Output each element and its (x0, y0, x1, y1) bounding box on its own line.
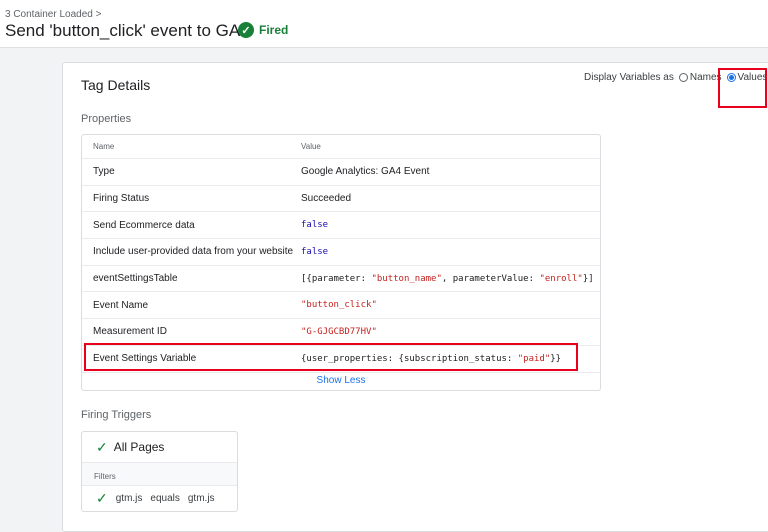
property-name: eventSettingsTable (82, 273, 301, 284)
property-name: Event Name (82, 300, 301, 311)
header: 3 Container Loaded > Send 'button_click'… (0, 0, 768, 48)
filter-value: gtm.js (188, 493, 215, 504)
firing-triggers-heading: Firing Triggers (81, 409, 151, 421)
col-name: Name (82, 142, 301, 151)
table-row: TypeGoogle Analytics: GA4 Event (82, 158, 600, 185)
trigger-card[interactable]: ✓ All Pages Filters ✓ gtm.js equals gtm.js (81, 431, 238, 512)
card-title: Tag Details (81, 77, 150, 93)
property-value: false (301, 220, 600, 230)
property-value: false (301, 247, 600, 257)
property-value: "button_click" (301, 300, 600, 310)
property-name: Type (82, 166, 301, 177)
property-value: Google Analytics: GA4 Event (301, 166, 600, 177)
names-label[interactable]: Names (690, 72, 722, 83)
property-name: Measurement ID (82, 326, 301, 337)
property-value: [{parameter: "button_name", parameterVal… (301, 274, 600, 284)
filter-operator: equals (150, 493, 179, 504)
status-label: Fired (259, 23, 288, 37)
table-row: Include user-provided data from your web… (82, 238, 600, 265)
property-value: Succeeded (301, 193, 600, 204)
table-row: Measurement ID"G-GJGCBD77HV" (82, 318, 600, 345)
filter-variable: gtm.js (116, 493, 143, 504)
table-row: Event Name"button_click" (82, 291, 600, 318)
filters-label: Filters (82, 462, 237, 486)
property-name: Include user-provided data from your web… (82, 246, 301, 257)
col-value: Value (301, 142, 600, 151)
page-title: Send 'button_click' event to GA4 (5, 21, 250, 41)
display-label: Display Variables as (584, 72, 674, 83)
property-value: "G-GJGCBD77HV" (301, 327, 600, 337)
status-badge: ✓ Fired (238, 22, 288, 38)
table-header: NameValue (82, 135, 600, 158)
check-icon: ✓ (96, 490, 108, 507)
property-name: Firing Status (82, 193, 301, 204)
radio-names[interactable] (679, 73, 688, 82)
table-row: Firing StatusSucceeded (82, 185, 600, 212)
property-name: Send Ecommerce data (82, 220, 301, 231)
properties-heading: Properties (81, 113, 131, 125)
trigger-name: All Pages (114, 440, 165, 454)
highlight-box-values (718, 68, 767, 108)
show-less-link[interactable]: Show Less (82, 372, 600, 390)
table-row: eventSettingsTable[{parameter: "button_n… (82, 265, 600, 292)
check-icon: ✓ (96, 439, 108, 456)
breadcrumb[interactable]: 3 Container Loaded > (5, 9, 101, 20)
check-circle-icon: ✓ (238, 22, 254, 38)
table-row: Send Ecommerce datafalse (82, 211, 600, 238)
highlight-box-event-settings (84, 343, 578, 371)
